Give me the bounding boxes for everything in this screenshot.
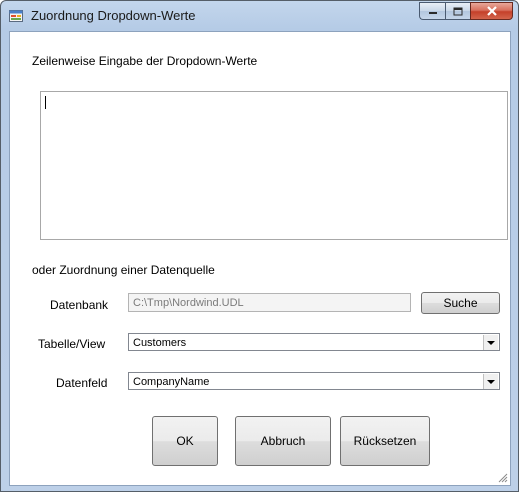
text-caret <box>45 96 46 109</box>
data-field-value: CompanyName <box>133 376 210 388</box>
minimize-icon <box>428 12 437 14</box>
data-field-select[interactable]: CompanyName <box>128 372 500 390</box>
dialog-body: Zeilenweise Eingabe der Dropdown-Werte o… <box>9 31 511 486</box>
table-view-dropdown-button[interactable] <box>483 335 498 350</box>
chevron-down-icon <box>487 379 495 384</box>
cancel-button[interactable]: Abbruch <box>235 416 331 466</box>
table-view-select[interactable]: Customers <box>128 333 500 351</box>
form-icon[interactable] <box>9 9 23 23</box>
database-path-field: C:\Tmp\Nordwind.UDL <box>128 293 411 312</box>
data-field-label: Datenfeld <box>56 376 108 390</box>
window-title: Zuordnung Dropdown-Werte <box>31 8 196 23</box>
minimize-button[interactable] <box>419 2 445 20</box>
close-button[interactable] <box>470 2 513 20</box>
chevron-down-icon <box>487 340 495 345</box>
search-button[interactable]: Suche <box>421 292 500 314</box>
datasource-heading: oder Zuordnung einer Datenquelle <box>32 263 215 277</box>
ok-button[interactable]: OK <box>152 416 218 466</box>
title-bar[interactable]: Zuordnung Dropdown-Werte <box>1 1 518 31</box>
data-field-dropdown-button[interactable] <box>483 374 498 389</box>
caption-buttons <box>419 2 513 21</box>
maximize-icon <box>453 7 463 15</box>
database-label: Datenbank <box>50 298 109 312</box>
close-icon <box>486 6 497 16</box>
maximize-button[interactable] <box>445 2 470 20</box>
table-view-label: Tabelle/View <box>38 337 106 351</box>
dropdown-values-textarea[interactable] <box>40 91 508 240</box>
reset-button[interactable]: Rücksetzen <box>340 416 430 466</box>
entry-heading: Zeilenweise Eingabe der Dropdown-Werte <box>32 54 258 68</box>
table-view-value: Customers <box>133 337 187 349</box>
dialog-window: Zuordnung Dropdown-Werte Zeilenweise Ein… <box>0 0 519 492</box>
resize-grip-icon[interactable] <box>498 473 508 483</box>
